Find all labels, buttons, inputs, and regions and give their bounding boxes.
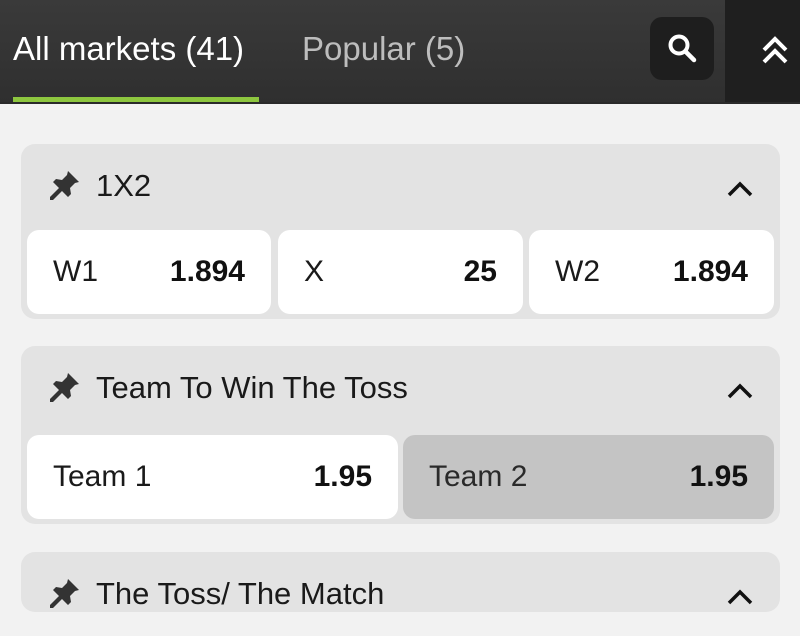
- market-header[interactable]: 1X2: [21, 144, 780, 228]
- chevron-up-icon[interactable]: [724, 375, 756, 407]
- double-chevron-up-icon: [762, 36, 788, 64]
- tab-popular[interactable]: Popular (5): [302, 28, 465, 70]
- collapse-all-button[interactable]: [755, 31, 795, 71]
- search-icon: [668, 34, 697, 63]
- chevron-up-icon[interactable]: [724, 581, 756, 613]
- market-header[interactable]: Team To Win The Toss: [21, 346, 780, 430]
- market-title: The Toss/ The Match: [96, 576, 385, 611]
- odd-value: 1.95: [313, 460, 372, 493]
- odd-label: X: [304, 255, 325, 288]
- odd-button-w1[interactable]: W1 1.894: [27, 230, 271, 314]
- odd-label: Team 1: [53, 460, 152, 493]
- pin-icon[interactable]: [48, 576, 82, 610]
- divider: [0, 102, 800, 104]
- market-header[interactable]: The Toss/ The Match: [21, 552, 780, 636]
- market-title: 1X2: [96, 168, 152, 203]
- odd-button-w2[interactable]: W2 1.894: [529, 230, 774, 314]
- odd-button-x[interactable]: X 25: [278, 230, 523, 314]
- pin-icon[interactable]: [48, 370, 82, 404]
- odd-value: 1.894: [672, 255, 748, 288]
- odd-label: W1: [53, 255, 98, 288]
- odd-value: 25: [463, 255, 497, 288]
- market-card: The Toss/ The Match: [21, 552, 780, 612]
- odd-value: 1.894: [169, 255, 245, 288]
- odd-label: Team 2: [429, 460, 528, 493]
- market-card: 1X2 W1 1.894 X 25 W2 1.894: [21, 144, 780, 319]
- tab-all-markets[interactable]: All markets (41): [13, 28, 244, 70]
- market-title: Team To Win The Toss: [96, 370, 408, 405]
- odd-button-team-1[interactable]: Team 1 1.95: [27, 435, 398, 519]
- market-card: Team To Win The Toss Team 1 1.95 Team 2 …: [21, 346, 780, 524]
- odd-label: W2: [555, 255, 600, 288]
- odd-button-team-2[interactable]: Team 2 1.95: [403, 435, 774, 519]
- odd-value: 1.95: [689, 460, 748, 493]
- chevron-up-icon[interactable]: [724, 173, 756, 205]
- active-tab-indicator: [13, 97, 259, 102]
- pin-icon[interactable]: [48, 168, 82, 202]
- search-button[interactable]: [650, 17, 714, 80]
